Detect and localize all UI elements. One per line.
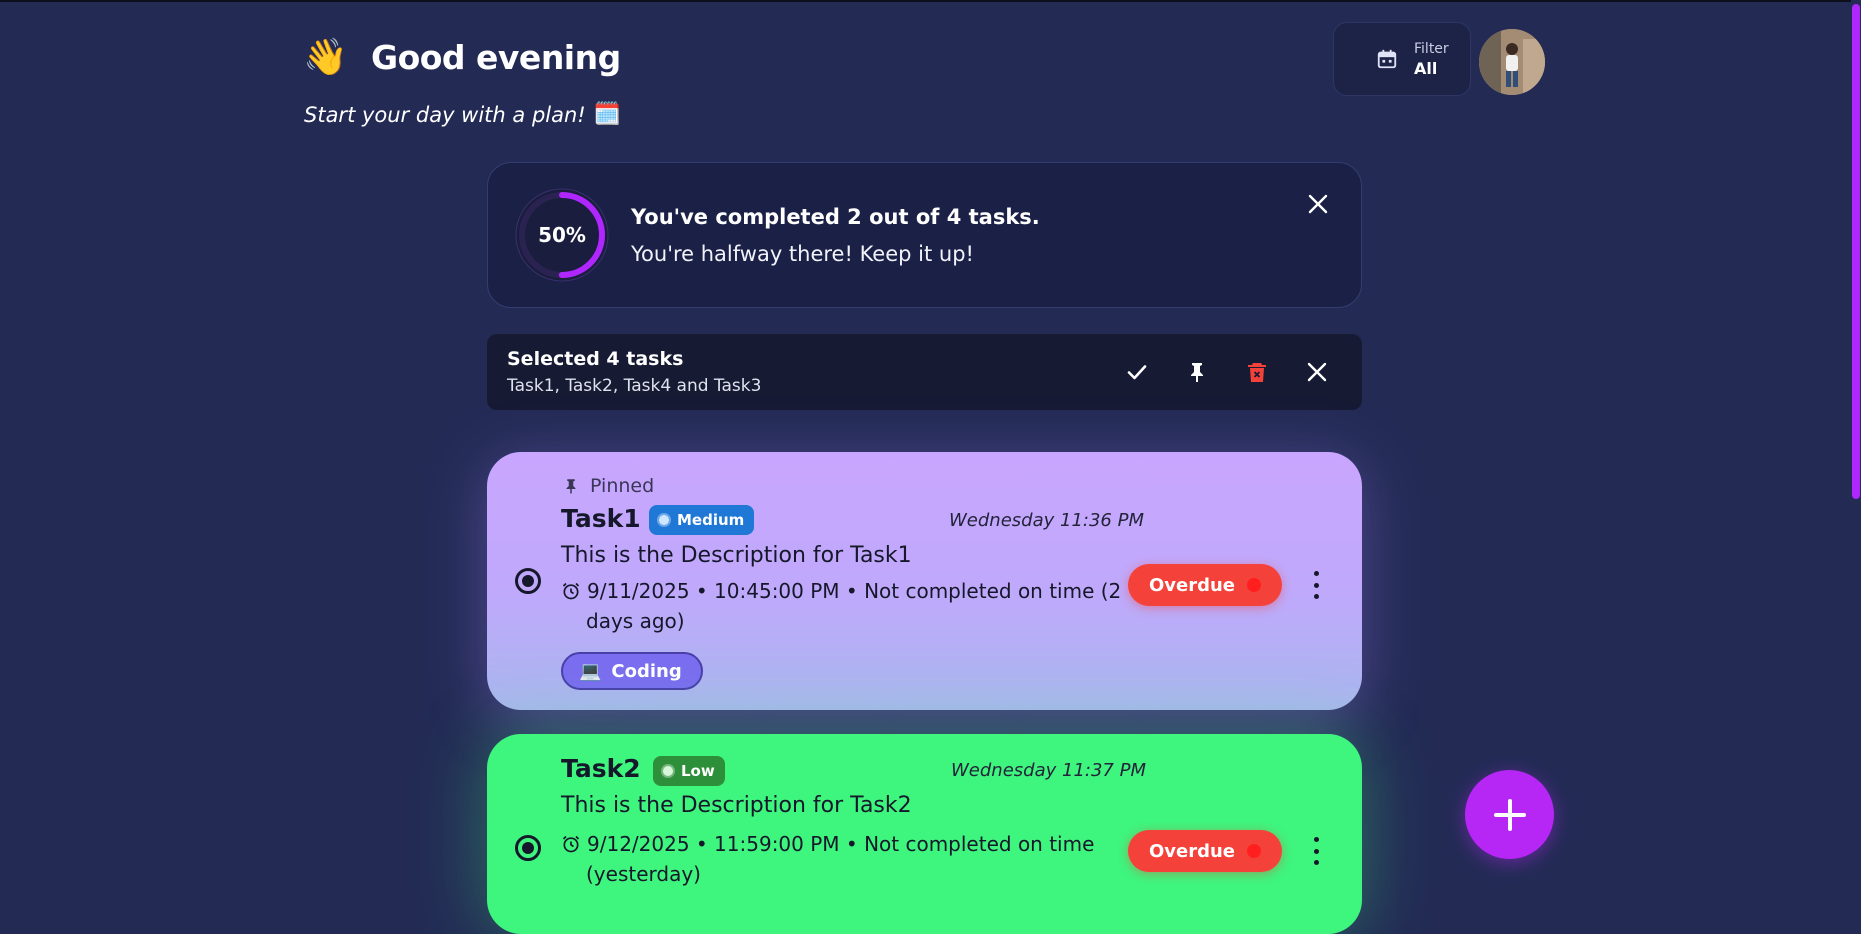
laptop-icon: 💻	[579, 660, 602, 682]
filter-label: Filter	[1414, 40, 1449, 57]
task-due: 9/11/2025 • 10:45:00 PM • Not completed …	[561, 576, 1121, 636]
scrollbar[interactable]	[1851, 0, 1861, 887]
selection-bar: Selected 4 tasks Task1, Task2, Task4 and…	[487, 334, 1362, 410]
greeting-subtitle: Start your day with a plan! 🗓️	[304, 102, 621, 127]
user-avatar[interactable]	[1479, 29, 1545, 95]
progress-card: 50% You've completed 2 out of 4 tasks. Y…	[487, 162, 1362, 308]
overdue-label: Overdue	[1148, 840, 1236, 862]
task-select-radio[interactable]	[515, 835, 541, 861]
mark-done-button[interactable]	[1123, 358, 1151, 386]
overdue-label: Overdue	[1148, 574, 1236, 596]
delete-icon	[1248, 363, 1266, 382]
priority-badge: Medium	[649, 505, 755, 535]
waving-hand-icon: 👋	[303, 37, 348, 78]
filter-button[interactable]: Filter All	[1333, 22, 1471, 96]
due-line-1: 9/11/2025 • 10:45:00 PM • Not completed …	[587, 579, 1122, 603]
calendar-emoji-icon: 🗓️	[593, 102, 622, 127]
pin-icon	[1191, 363, 1203, 382]
progress-message: You're halfway there! Keep it up!	[631, 242, 974, 266]
task-due: 9/12/2025 • 11:59:00 PM • Not completed …	[561, 829, 1094, 889]
alarm-clock-icon	[562, 582, 580, 600]
check-icon	[1127, 365, 1147, 380]
alarm-clock-icon	[562, 835, 580, 853]
calendar-icon	[1377, 49, 1397, 69]
plus-icon	[1493, 798, 1526, 831]
close-icon[interactable]	[1307, 193, 1329, 215]
more-options-icon[interactable]	[1308, 837, 1324, 865]
progress-title: You've completed 2 out of 4 tasks.	[631, 205, 1040, 229]
pinned-label: Pinned	[590, 475, 655, 497]
task-description: This is the Description for Task2	[561, 793, 912, 818]
avatar-photo	[1479, 29, 1545, 95]
task-description: This is the Description for Task1	[561, 543, 912, 568]
priority-dot-icon	[663, 766, 673, 776]
filter-value: All	[1414, 58, 1438, 78]
priority-label: Low	[681, 762, 715, 780]
priority-badge: Low	[653, 756, 725, 786]
overdue-status: Overdue	[1128, 564, 1282, 606]
red-dot-icon	[1247, 578, 1262, 592]
add-task-button[interactable]	[1465, 770, 1554, 859]
cancel-selection-button[interactable]	[1303, 358, 1331, 386]
priority-dot-icon	[659, 515, 669, 525]
priority-label: Medium	[677, 511, 745, 529]
pin-icon	[566, 479, 576, 494]
due-line-2: (yesterday)	[586, 862, 701, 886]
selection-names: Task1, Task2, Task4 and Task3	[507, 376, 762, 396]
overdue-status: Overdue	[1128, 830, 1282, 872]
top-border	[0, 0, 1861, 2]
task-name: Task2	[561, 754, 641, 783]
task-date: Wednesday 11:36 PM	[949, 510, 1144, 531]
scrollbar-thumb[interactable]	[1852, 4, 1860, 499]
task-card[interactable]: Pinned Task1 Medium Wednesday 11:36 PM T…	[487, 452, 1362, 710]
selection-title: Selected 4 tasks	[507, 348, 684, 370]
greeting-title: Good evening	[371, 37, 621, 77]
due-line-2: days ago)	[586, 609, 685, 633]
task-name: Task1	[561, 504, 641, 533]
task-date: Wednesday 11:37 PM	[951, 760, 1146, 781]
pinned-indicator: Pinned	[562, 475, 654, 497]
pin-button[interactable]	[1183, 358, 1211, 386]
greeting-header: 👋 Good evening	[303, 36, 621, 78]
category-label: Coding	[611, 660, 682, 682]
close-icon	[1307, 362, 1327, 382]
red-dot-icon	[1247, 844, 1262, 858]
progress-percent: 50%	[538, 223, 586, 247]
category-chip[interactable]: 💻 Coding	[561, 652, 703, 690]
task-card[interactable]: Task2 Low Wednesday 11:37 PM This is the…	[487, 734, 1362, 934]
subtitle-text: Start your day with a plan!	[304, 102, 586, 127]
delete-button[interactable]	[1243, 358, 1271, 386]
more-options-icon[interactable]	[1308, 571, 1324, 599]
due-line-1: 9/12/2025 • 11:59:00 PM • Not completed …	[587, 832, 1095, 856]
task-select-radio[interactable]	[515, 568, 541, 594]
